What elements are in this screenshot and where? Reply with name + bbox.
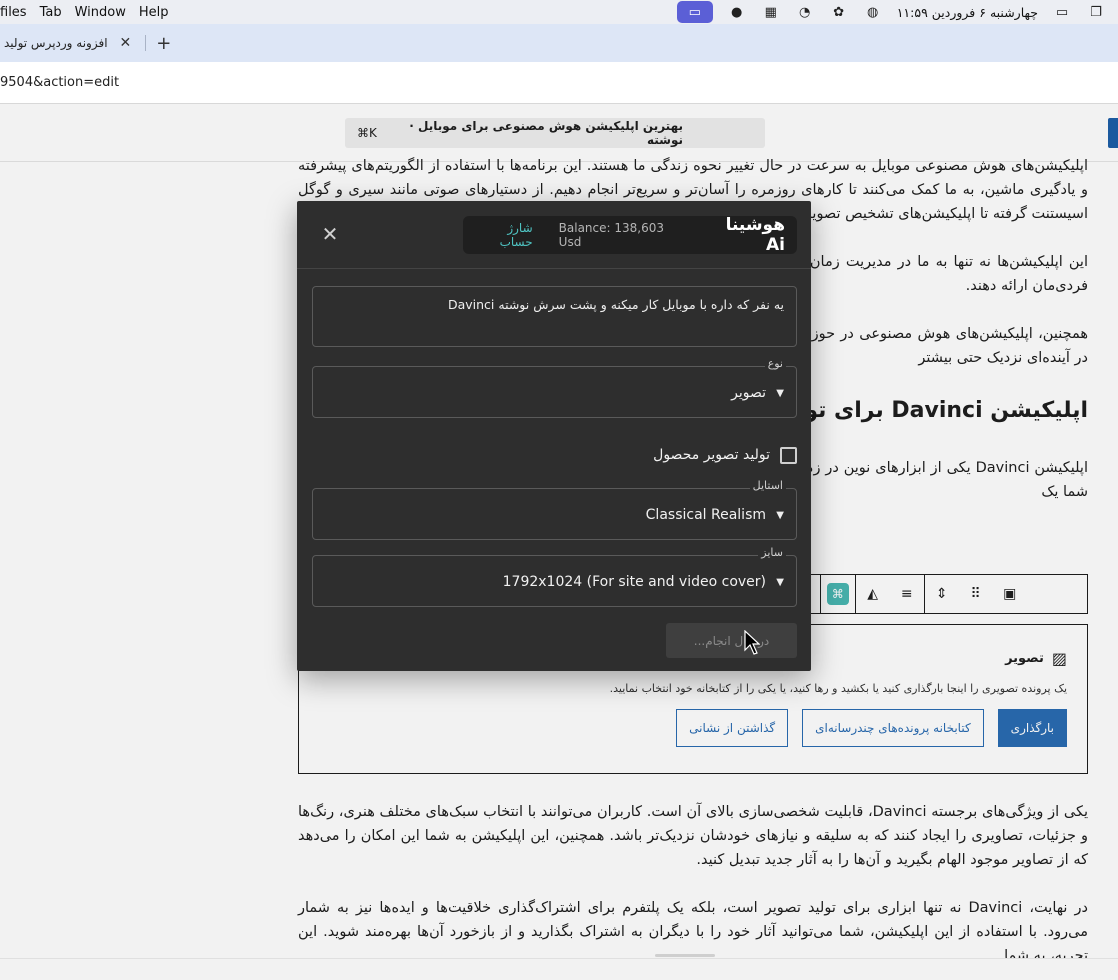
system-menubar: files Tab Window Help ▭ ● ▦ ◔ ✿ ◍ چهارشن… (0, 0, 1118, 24)
globe-icon[interactable]: ◍ (863, 4, 883, 20)
modal-header: ✕ هوشینا Ai Balance: 138,603 Usd شارژ حس… (297, 201, 811, 269)
timer-icon[interactable]: ◔ (795, 4, 815, 20)
chevron-down-icon: ▼ (776, 576, 784, 588)
browser-tab[interactable]: افزونه وردپرس تولید ✕ (0, 28, 131, 58)
style-select[interactable]: استایل ▼ Classical Realism (312, 479, 797, 540)
menu-tab[interactable]: Tab (36, 5, 71, 20)
address-bar[interactable]: 9504&action=edit (0, 62, 1118, 104)
product-image-checkbox-row[interactable]: تولید تصویر محصول (627, 443, 797, 467)
type-value: تصویر (731, 385, 766, 401)
size-value: 1792x1024 (For site and video cover) (502, 574, 766, 590)
control-center-icon[interactable]: ❐ (1086, 4, 1106, 20)
screen-record-icon[interactable]: ▭ (676, 1, 713, 23)
brand-name: هوشینا Ai (725, 215, 785, 255)
product-image-checkbox[interactable] (780, 446, 797, 464)
size-select[interactable]: سایز ▼ 1792x1024 (For site and video cov… (312, 546, 797, 607)
display-icon[interactable]: ▭ (1052, 4, 1072, 20)
close-icon[interactable]: ✕ (319, 223, 341, 245)
menu-files[interactable]: files (0, 5, 36, 20)
browser-tabbar: افزونه وردپرس تولید ✕ + (0, 24, 1118, 62)
account-pill: هوشینا Ai Balance: 138,603 Usd شارژ حساب (463, 215, 797, 255)
grid-icon[interactable]: ▦ (761, 4, 781, 20)
chevron-down-icon: ▼ (776, 509, 784, 521)
openai-icon[interactable]: ✿ (829, 4, 849, 20)
menu-help[interactable]: Help (135, 5, 178, 20)
clock[interactable]: چهارشنبه ۶ فروردین ۱۱:۵۹ (897, 5, 1038, 20)
tab-title: افزونه وردپرس تولید (4, 36, 108, 50)
product-image-label: تولید تصویر محصول (653, 447, 770, 463)
balance-text: Balance: 138,603 Usd (558, 221, 664, 249)
notification-icon[interactable]: ● (727, 4, 747, 20)
mouse-cursor-icon (744, 630, 760, 655)
chevron-down-icon: ▼ (776, 387, 784, 399)
generate-button[interactable]: در حال انجام... (666, 623, 797, 658)
resize-handle[interactable] (655, 954, 715, 957)
charge-account-link[interactable]: شارژ حساب (475, 221, 533, 249)
editor-footer (0, 958, 1118, 980)
ai-image-modal: ✕ هوشینا Ai Balance: 138,603 Usd شارژ حس… (297, 201, 811, 671)
menu-window[interactable]: Window (71, 5, 135, 20)
close-icon[interactable]: ✕ (120, 35, 132, 51)
url-text[interactable]: 9504&action=edit (0, 75, 119, 90)
prompt-input[interactable]: یه نفر که داره با موبایل کار میکنه و پشت… (312, 286, 797, 347)
new-tab-button[interactable]: + (156, 33, 171, 54)
status-area: ▭ ● ▦ ◔ ✿ ◍ چهارشنبه ۶ فروردین ۱۱:۵۹ ▭ ❐ (676, 0, 1118, 24)
tab-divider (145, 35, 147, 51)
type-select[interactable]: نوع ▼ تصویر (312, 357, 797, 418)
app-menu: files Tab Window Help (0, 5, 178, 20)
style-value: Classical Realism (645, 507, 766, 523)
